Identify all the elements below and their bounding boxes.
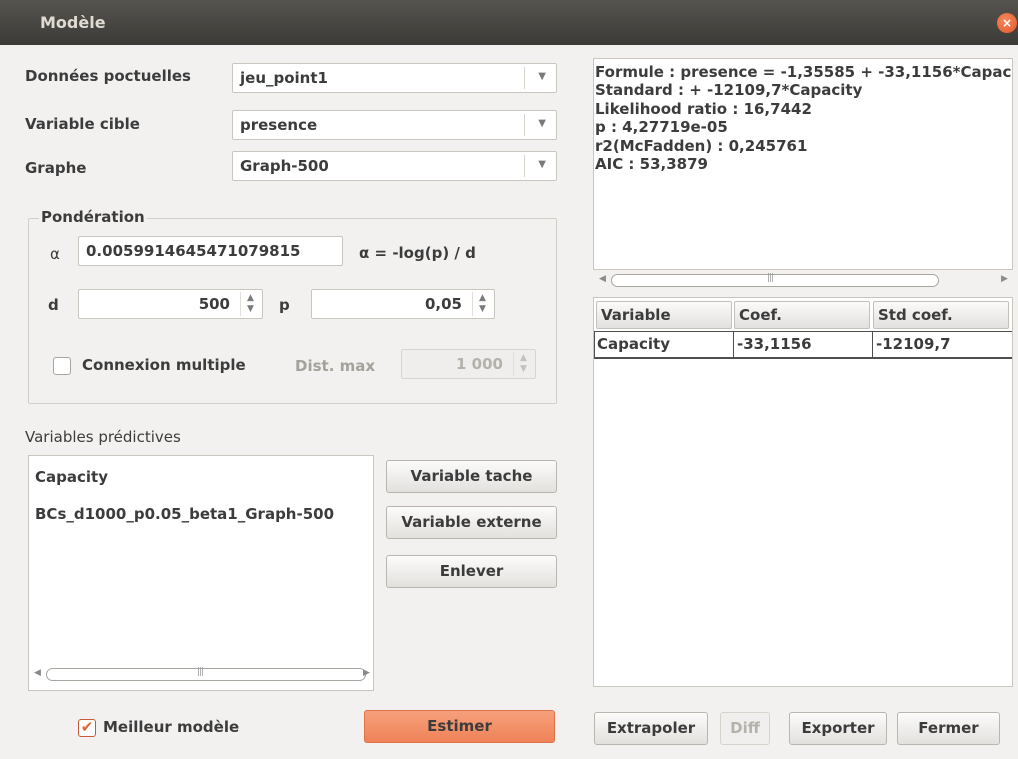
alpha-label: α bbox=[50, 245, 60, 263]
chevron-down-icon[interactable]: ▼ bbox=[538, 159, 546, 170]
variable-tache-button[interactable]: Variable tache bbox=[386, 460, 557, 493]
column-header-coef[interactable]: Coef. bbox=[734, 301, 870, 329]
graphe-value: Graph-500 bbox=[240, 157, 329, 175]
spin-down-icon[interactable]: ▼ bbox=[247, 304, 254, 314]
scroll-left-icon[interactable]: ◀ bbox=[34, 668, 41, 678]
exporter-button[interactable]: Exporter bbox=[789, 712, 887, 745]
estimer-button[interactable]: Estimer bbox=[364, 710, 555, 743]
result-line: r2(McFadden) : 0,245761 bbox=[595, 136, 808, 155]
column-header-std-coef[interactable]: Std coef. bbox=[873, 301, 1009, 329]
meilleur-modele-checkbox[interactable]: ✔ bbox=[78, 719, 96, 737]
variable-externe-button[interactable]: Variable externe bbox=[386, 506, 557, 539]
connexion-multiple-label: Connexion multiple bbox=[82, 356, 246, 374]
result-line: Formule : presence = -1,35585 + -33,1156… bbox=[595, 63, 1013, 81]
spin-arrows-icon: ▲ ▼ bbox=[513, 352, 533, 376]
ponderation-title: Pondération bbox=[39, 208, 147, 226]
variable-cible-select[interactable]: presence ▼ bbox=[232, 110, 557, 140]
enlever-button[interactable]: Enlever bbox=[386, 555, 557, 588]
combo-separator bbox=[524, 67, 525, 89]
p-spinbox[interactable]: 0,05 ▲ ▼ bbox=[311, 289, 495, 319]
p-value: 0,05 bbox=[424, 295, 462, 313]
extrapoler-button[interactable]: Extrapoler bbox=[594, 712, 708, 745]
result-line: Likelihood ratio : 16,7442 bbox=[595, 99, 812, 118]
spin-up-icon[interactable]: ▲ bbox=[479, 293, 486, 303]
graphe-select[interactable]: Graph-500 ▼ bbox=[232, 151, 557, 181]
spin-down-icon: ▼ bbox=[520, 364, 527, 374]
result-line: Standard : + -12109,7*Capacity bbox=[595, 81, 863, 100]
variable-cible-label: Variable cible bbox=[25, 115, 140, 133]
spin-down-icon[interactable]: ▼ bbox=[479, 304, 486, 314]
variables-list[interactable]: Capacity BCs_d1000_p0.05_beta1_Graph-500 bbox=[28, 455, 374, 691]
scroll-grip-icon: ||| bbox=[197, 667, 204, 677]
window-title: Modèle bbox=[40, 13, 106, 32]
fermer-button[interactable]: Fermer bbox=[897, 712, 1000, 745]
modele-dialog: Modèle × Données poctuelles jeu_point1 ▼… bbox=[0, 0, 1018, 759]
diff-button: Diff bbox=[720, 712, 770, 745]
meilleur-modele-label: Meilleur modèle bbox=[103, 718, 240, 736]
spin-arrows-icon[interactable]: ▲ ▼ bbox=[240, 292, 260, 316]
table-cell[interactable]: Capacity bbox=[594, 332, 734, 358]
dist-max-value: 1 000 bbox=[456, 355, 503, 373]
result-line: p : 4,27719e-05 bbox=[595, 118, 728, 137]
dist-max-spinbox: 1 000 ▲ ▼ bbox=[401, 349, 536, 379]
variables-predictives-title: Variables prédictives bbox=[25, 428, 181, 446]
results-text-panel[interactable]: Formule : presence = -1,35585 + -33,1156… bbox=[593, 58, 1013, 270]
donnees-label: Données poctuelles bbox=[25, 67, 191, 85]
table-cell[interactable]: -33,1156 bbox=[734, 332, 873, 358]
d-label: d bbox=[48, 296, 59, 314]
scroll-thumb[interactable]: ||| bbox=[611, 273, 939, 287]
d-spinbox[interactable]: 500 ▲ ▼ bbox=[78, 289, 263, 319]
coefficients-table[interactable]: Variable Coef. Std coef. Capacity -33,11… bbox=[593, 297, 1013, 687]
graphe-label: Graphe bbox=[25, 159, 87, 177]
list-scroll-right[interactable]: ▶ bbox=[360, 667, 374, 683]
scroll-right-icon[interactable]: ▶ bbox=[1001, 274, 1008, 284]
dist-max-label: Dist. max bbox=[295, 357, 376, 375]
column-header-variable[interactable]: Variable bbox=[596, 301, 732, 329]
combo-separator bbox=[524, 155, 525, 177]
list-horizontal-scrollbar[interactable]: ◀ ||| bbox=[28, 667, 374, 683]
p-label: p bbox=[279, 296, 290, 314]
list-item[interactable]: Capacity bbox=[35, 468, 108, 486]
results-horizontal-scrollbar[interactable]: ◀ ||| ▶ bbox=[593, 273, 1013, 289]
spin-up-icon[interactable]: ▲ bbox=[247, 293, 254, 303]
spin-arrows-icon[interactable]: ▲ ▼ bbox=[472, 292, 492, 316]
connexion-multiple-checkbox[interactable] bbox=[53, 357, 71, 375]
scroll-thumb[interactable]: ||| bbox=[46, 667, 366, 681]
scroll-grip-icon: ||| bbox=[767, 273, 774, 283]
alpha-input[interactable]: 0.0059914645471079815 bbox=[78, 236, 343, 266]
donnees-value: jeu_point1 bbox=[240, 69, 328, 87]
title-bar[interactable]: Modèle × bbox=[0, 0, 1018, 45]
chevron-down-icon[interactable]: ▼ bbox=[538, 71, 546, 82]
table-cell[interactable]: -12109,7 bbox=[873, 332, 1012, 358]
d-value: 500 bbox=[198, 295, 230, 313]
combo-separator bbox=[524, 114, 525, 136]
close-icon[interactable]: × bbox=[997, 13, 1017, 33]
alpha-formula: α = -log(p) / d bbox=[359, 244, 476, 262]
variable-cible-value: presence bbox=[240, 116, 318, 134]
result-line: AIC : 53,3879 bbox=[595, 155, 708, 174]
scroll-left-icon[interactable]: ◀ bbox=[599, 274, 606, 284]
list-item[interactable]: BCs_d1000_p0.05_beta1_Graph-500 bbox=[35, 505, 334, 523]
spin-up-icon: ▲ bbox=[520, 353, 527, 363]
donnees-select[interactable]: jeu_point1 ▼ bbox=[232, 63, 557, 93]
chevron-down-icon[interactable]: ▼ bbox=[538, 118, 546, 129]
scroll-right-icon[interactable]: ▶ bbox=[363, 668, 370, 678]
